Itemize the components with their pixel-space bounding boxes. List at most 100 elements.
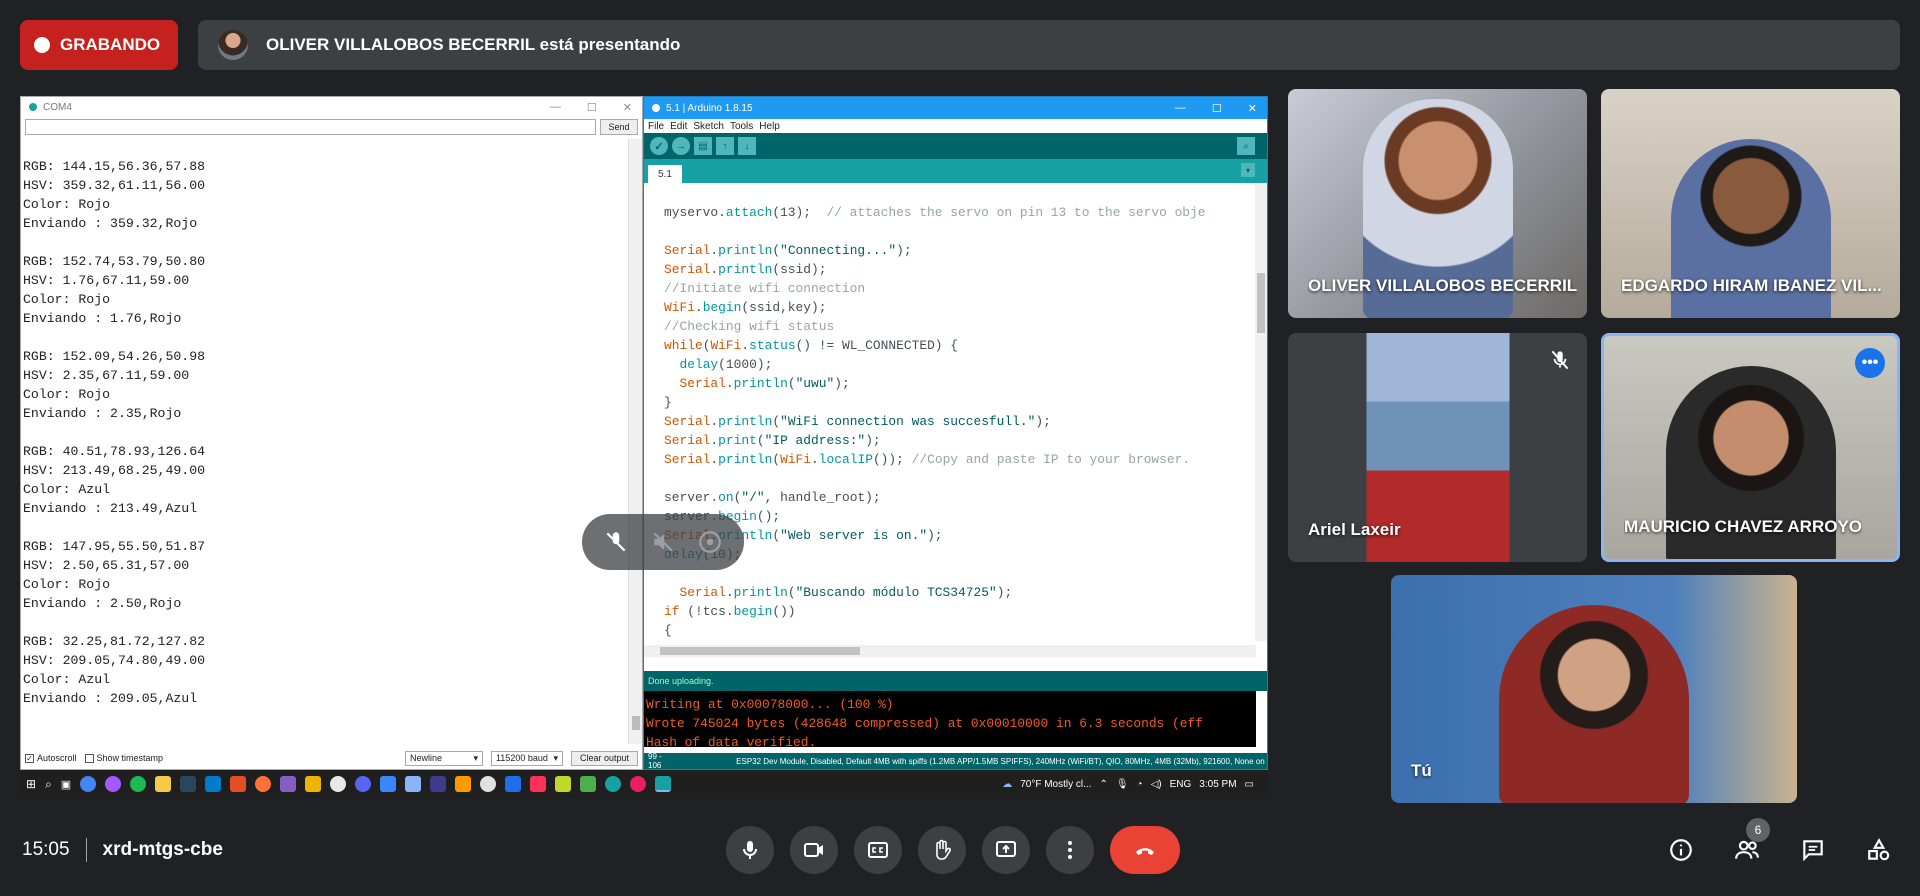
messenger-icon[interactable]	[105, 776, 122, 792]
weather-text[interactable]: 70°F Mostly cl...	[1020, 779, 1091, 790]
firefox-icon[interactable]	[255, 776, 272, 792]
participant-tile-self[interactable]: Tú	[1391, 575, 1797, 803]
microphone-button[interactable]	[726, 826, 774, 874]
close-icon[interactable]: ✕	[1248, 102, 1257, 115]
maximize-icon[interactable]: ☐	[587, 101, 597, 114]
shapes-icon	[1868, 838, 1890, 861]
presenting-text: OLIVER VILLALOBOS BECERRIL está presenta…	[266, 35, 681, 54]
serial-output-line	[23, 423, 627, 442]
volume-off-icon	[653, 532, 673, 552]
app-icon[interactable]	[580, 776, 597, 792]
upload-icon[interactable]: →	[672, 137, 690, 155]
divider	[85, 838, 87, 862]
folder-icon[interactable]	[155, 776, 172, 792]
menu-tools[interactable]: Tools	[730, 121, 753, 132]
more-vert-icon	[1068, 841, 1072, 859]
save-sketch-icon[interactable]: ↓	[738, 137, 756, 155]
sketch-tabs: 5.1 ▾	[644, 159, 1267, 183]
participant-tile[interactable]: EDGARDO HIRAM IBANEZ VIL...	[1601, 89, 1900, 318]
raise-hand-button[interactable]	[918, 826, 966, 874]
participant-tile-active-speaker[interactable]: ••• MAURICIO CHAVEZ ARROYO	[1601, 333, 1900, 562]
mic-off-icon	[1551, 350, 1569, 370]
minimize-icon[interactable]: —	[1175, 102, 1186, 115]
camera-button[interactable]	[790, 826, 838, 874]
steam-icon[interactable]	[180, 776, 197, 792]
clear-output-button[interactable]: Clear output	[570, 750, 638, 766]
vscode-icon[interactable]	[205, 776, 222, 792]
timestamp-checkbox[interactable]: Show timestamp	[84, 753, 163, 763]
spotify-icon[interactable]	[130, 776, 147, 792]
autoscroll-checkbox[interactable]: ✓ Autoscroll	[25, 753, 77, 763]
app-icon[interactable]	[430, 776, 447, 792]
captions-button[interactable]	[854, 826, 902, 874]
tab-sketch[interactable]: 5.1	[648, 165, 682, 183]
app-icon[interactable]	[305, 776, 322, 792]
serial-monitor-title: COM4	[43, 101, 72, 113]
code-hscroll[interactable]	[644, 645, 1256, 657]
code-editor[interactable]: myservo.attach(13); // attaches the serv…	[644, 183, 1254, 641]
serial-output-line: Color: Azul	[23, 672, 111, 687]
discord-icon[interactable]	[355, 776, 372, 792]
search-icon[interactable]: ⌕	[45, 777, 52, 792]
app-icon[interactable]	[630, 776, 647, 792]
windows-start-icon[interactable]: ⊞	[26, 777, 36, 791]
app-icon[interactable]	[330, 776, 347, 792]
open-sketch-icon[interactable]: ↑	[716, 137, 734, 155]
illustrator-icon[interactable]	[455, 776, 472, 792]
leave-call-button[interactable]	[1110, 826, 1180, 874]
serial-output-line: Enviando : 1.76,Rojo	[23, 311, 182, 326]
maximize-icon[interactable]: ☐	[1212, 102, 1222, 115]
lang-indicator[interactable]: ENG	[1170, 779, 1192, 790]
app-icon[interactable]	[555, 776, 572, 792]
notifications-icon[interactable]: ▭	[1245, 779, 1254, 790]
arduino-taskbar-icon[interactable]	[655, 776, 672, 792]
people-button[interactable]: 6	[1732, 818, 1770, 870]
mute-overlay	[582, 514, 744, 570]
meeting-code[interactable]: xrd-mtgs-cbe	[103, 839, 223, 861]
visual-studio-icon[interactable]	[280, 776, 297, 792]
serial-output-line: Enviando : 213.49,Azul	[23, 501, 198, 516]
serial-input[interactable]	[25, 119, 596, 135]
chat-button[interactable]	[1798, 830, 1828, 870]
meeting-time: 15:05	[22, 839, 70, 860]
menu-file[interactable]: File	[648, 121, 664, 132]
taskbar-clock[interactable]: 3:05 PM	[1199, 779, 1236, 790]
verify-icon[interactable]: ✓	[650, 137, 668, 155]
menu-help[interactable]: Help	[759, 121, 780, 132]
tile-options-button[interactable]: •••	[1855, 348, 1885, 378]
baud-select[interactable]: 115200 baud ▾	[490, 750, 563, 766]
chrome-icon[interactable]	[80, 776, 97, 792]
tray-chevron-icon[interactable]: ⌃	[1099, 779, 1107, 790]
app-icon[interactable]	[405, 776, 422, 792]
close-icon[interactable]: ✕	[623, 101, 632, 114]
line-ending-select[interactable]: Newline ▾	[404, 750, 483, 766]
arduino-title: 5.1 | Arduino 1.8.15	[666, 102, 753, 114]
present-button[interactable]	[982, 826, 1030, 874]
send-button[interactable]: Send	[600, 119, 638, 135]
task-view-icon[interactable]: ▣	[61, 778, 71, 791]
board-footer: 99 - 106 ESP32 Dev Module, Disabled, Def…	[644, 752, 1267, 770]
serial-output-line: RGB: 147.95,55.50,51.87	[23, 539, 206, 554]
activities-button[interactable]	[1864, 830, 1894, 870]
arduino-taskbar-icon[interactable]	[605, 776, 622, 792]
meeting-details-button[interactable]	[1666, 830, 1696, 870]
more-options-button[interactable]	[1046, 826, 1094, 874]
serial-scrollbar[interactable]	[628, 139, 642, 744]
app-icon[interactable]	[480, 776, 497, 792]
menu-sketch[interactable]: Sketch	[693, 121, 724, 132]
menu-edit[interactable]: Edit	[670, 121, 687, 132]
serial-monitor-titlebar: COM4 — ☐ ✕	[21, 97, 642, 117]
participant-tile[interactable]: OLIVER VILLALOBOS BECERRIL	[1288, 89, 1587, 318]
tab-menu-icon[interactable]: ▾	[1241, 163, 1255, 177]
serial-monitor-icon[interactable]: ⌕	[1237, 137, 1255, 155]
participant-tile[interactable]: Ariel Laxeir	[1288, 333, 1587, 562]
app-icon[interactable]	[505, 776, 522, 792]
recording-label: GRABANDO	[60, 35, 161, 54]
code-vscroll[interactable]	[1255, 183, 1267, 641]
app-icon[interactable]	[230, 776, 247, 792]
minimize-icon[interactable]: —	[550, 101, 561, 114]
new-sketch-icon[interactable]: ▤	[694, 137, 712, 155]
presenter-avatar	[218, 30, 248, 60]
intellij-icon[interactable]	[530, 776, 547, 792]
app-icon[interactable]	[380, 776, 397, 792]
